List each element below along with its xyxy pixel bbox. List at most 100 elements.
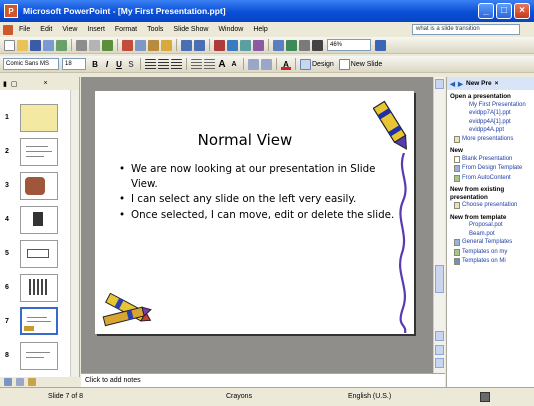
templates-my-websites-link[interactable]: Templates on my: [453, 248, 534, 258]
ask-question-input[interactable]: what is a slide transition: [412, 24, 520, 35]
general-templates-link[interactable]: General Templates: [453, 238, 534, 248]
close-button[interactable]: ×: [514, 3, 530, 19]
align-right-icon[interactable]: [171, 58, 182, 70]
back-arrow-icon[interactable]: ◀: [450, 80, 455, 88]
next-slide-icon[interactable]: [435, 358, 444, 368]
redo-icon[interactable]: [194, 39, 205, 51]
menu-edit[interactable]: Edit: [35, 26, 57, 33]
slide-thumbnail[interactable]: [20, 172, 58, 200]
scroll-up-arrow-icon[interactable]: [435, 79, 444, 89]
shadow-button[interactable]: S: [126, 59, 136, 70]
font-select[interactable]: Comic Sans MS: [3, 58, 59, 70]
slide-thumbnail[interactable]: [20, 342, 58, 370]
expand-all-icon[interactable]: [273, 39, 284, 51]
underline-button[interactable]: U: [114, 59, 124, 70]
menu-file[interactable]: File: [14, 26, 35, 33]
normal-view-icon[interactable]: [4, 378, 12, 386]
design-icon[interactable]: [300, 58, 311, 70]
notes-pane[interactable]: Click to add notes: [81, 373, 445, 387]
forward-arrow-icon[interactable]: ▶: [458, 80, 463, 88]
blank-presentation-link[interactable]: Blank Presentation: [453, 155, 534, 165]
slide-thumbnail[interactable]: [20, 274, 58, 302]
grid-icon[interactable]: [299, 39, 310, 51]
increase-font-icon[interactable]: A: [217, 59, 227, 70]
choose-presentation-link[interactable]: Choose presentation: [453, 201, 534, 211]
recent-file-link[interactable]: evidpp4A[1].ppt: [447, 118, 534, 127]
template-file-link[interactable]: Proposal.pot: [447, 221, 534, 230]
decrease-indent-icon[interactable]: [248, 58, 259, 70]
menu-format[interactable]: Format: [110, 26, 142, 33]
numbering-icon[interactable]: [191, 58, 202, 70]
slide-title[interactable]: Normal View: [95, 131, 395, 149]
show-formatting-icon[interactable]: [286, 39, 297, 51]
color-grayscale-icon[interactable]: [312, 39, 323, 51]
slide-sorter-icon[interactable]: [16, 378, 24, 386]
slide-body[interactable]: We are now looking at our presentation i…: [119, 162, 399, 223]
recent-file-link[interactable]: evidpp7A[1].ppt: [447, 109, 534, 118]
open-icon[interactable]: [17, 39, 28, 51]
menu-help[interactable]: Help: [248, 26, 272, 33]
paste-icon[interactable]: [148, 39, 159, 51]
format-painter-icon[interactable]: [161, 39, 172, 51]
previous-slide-icon[interactable]: [435, 345, 444, 355]
slide-vertical-scrollbar[interactable]: [433, 77, 445, 373]
copy-icon[interactable]: [135, 39, 146, 51]
print-icon[interactable]: [76, 39, 87, 51]
bold-button[interactable]: B: [90, 59, 100, 70]
align-left-icon[interactable]: [145, 58, 156, 70]
new-slide-label[interactable]: New Slide: [351, 61, 383, 68]
current-slide[interactable]: Normal View We are now looking at our pr…: [95, 91, 414, 334]
help-icon[interactable]: [375, 39, 386, 51]
zoom-select[interactable]: 46%: [327, 39, 371, 51]
menu-slide-show[interactable]: Slide Show: [168, 26, 213, 33]
slide-thumbnail[interactable]: [20, 138, 58, 166]
task-pane-close-icon[interactable]: ×: [495, 80, 499, 87]
slide-show-icon[interactable]: [28, 378, 36, 386]
recent-file-link[interactable]: evidpp4A.ppt: [447, 126, 534, 135]
document-icon[interactable]: [3, 24, 13, 35]
new-icon[interactable]: [4, 39, 15, 51]
recent-file-link[interactable]: My First Presentation: [447, 101, 534, 110]
insert-diagram-icon[interactable]: [253, 39, 264, 51]
design-template-link[interactable]: From Design Template: [453, 164, 534, 174]
email-icon[interactable]: [56, 39, 67, 51]
powerpoint-app-icon[interactable]: P: [4, 4, 18, 18]
cut-icon[interactable]: [122, 39, 133, 51]
close-pane-icon[interactable]: ×: [43, 80, 47, 87]
slide-thumbnail[interactable]: [20, 206, 58, 234]
outline-tab[interactable]: ▮: [3, 80, 7, 88]
menu-tools[interactable]: Tools: [142, 26, 168, 33]
font-size-select[interactable]: 18: [62, 58, 86, 70]
scroll-thumb[interactable]: [435, 265, 444, 293]
maximize-button[interactable]: □: [496, 3, 512, 19]
increase-indent-icon[interactable]: [261, 58, 272, 70]
font-color-icon[interactable]: A: [281, 59, 291, 70]
slide-thumbnail[interactable]: [20, 240, 58, 268]
templates-online-link[interactable]: Templates on Mi: [453, 257, 534, 267]
tables-borders-icon[interactable]: [240, 39, 251, 51]
menu-view[interactable]: View: [57, 26, 82, 33]
minimize-button[interactable]: _: [478, 3, 494, 19]
permission-icon[interactable]: [43, 39, 54, 51]
save-icon[interactable]: [30, 39, 41, 51]
slide-thumbnail[interactable]: [20, 104, 58, 132]
center-icon[interactable]: [158, 58, 169, 70]
slides-tab[interactable]: ▢: [11, 80, 18, 88]
slide-thumbnail-selected[interactable]: [20, 307, 58, 335]
scroll-down-arrow-icon[interactable]: [435, 331, 444, 341]
design-label[interactable]: Design: [312, 61, 334, 68]
new-slide-icon[interactable]: [338, 58, 350, 70]
menu-window[interactable]: Window: [213, 26, 248, 33]
menu-insert[interactable]: Insert: [82, 26, 110, 33]
spelling-icon[interactable]: [102, 39, 113, 51]
italic-button[interactable]: I: [102, 59, 112, 70]
spelling-status-icon[interactable]: [480, 392, 490, 402]
bullets-icon[interactable]: [204, 58, 215, 70]
template-file-link[interactable]: Beam.pot: [447, 230, 534, 239]
decrease-font-icon[interactable]: A: [229, 59, 239, 70]
slides-pane-scrollbar[interactable]: [70, 90, 79, 377]
print-preview-icon[interactable]: [89, 39, 100, 51]
insert-table-icon[interactable]: [227, 39, 238, 51]
undo-icon[interactable]: [181, 39, 192, 51]
insert-chart-icon[interactable]: [214, 39, 225, 51]
